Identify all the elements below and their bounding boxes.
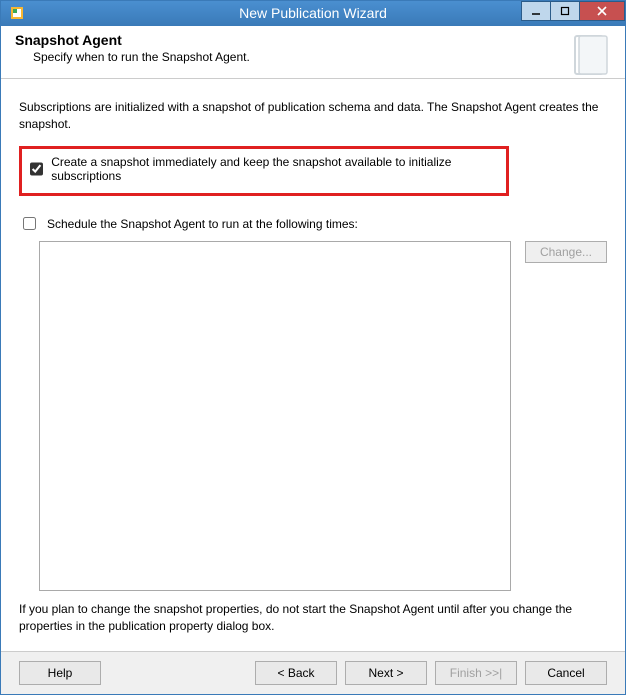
intro-text: Subscriptions are initialized with a sna… (19, 99, 607, 133)
schedule-row: Schedule the Snapshot Agent to run at th… (19, 214, 607, 233)
schedule-checkbox[interactable] (23, 217, 36, 230)
help-button[interactable]: Help (19, 661, 101, 685)
create-snapshot-checkbox[interactable] (30, 162, 43, 176)
minimize-button[interactable] (521, 1, 551, 21)
page-subtitle: Specify when to run the Snapshot Agent. (33, 50, 611, 64)
finish-button: Finish >>| (435, 661, 517, 685)
app-icon (9, 5, 25, 21)
maximize-button[interactable] (550, 1, 580, 21)
header-decoration-icon (565, 30, 615, 83)
schedule-label[interactable]: Schedule the Snapshot Agent to run at th… (47, 217, 358, 231)
footer-note: If you plan to change the snapshot prope… (19, 601, 607, 635)
cancel-button[interactable]: Cancel (525, 661, 607, 685)
wizard-window: New Publication Wizard Snapshot Agent Sp… (0, 0, 626, 695)
back-button[interactable]: < Back (255, 661, 337, 685)
page-title: Snapshot Agent (15, 32, 611, 48)
schedule-area: Change... (19, 241, 607, 591)
window-controls (522, 1, 625, 26)
wizard-header: Snapshot Agent Specify when to run the S… (1, 26, 625, 79)
change-button: Change... (525, 241, 607, 263)
schedule-listbox[interactable] (39, 241, 511, 591)
wizard-footer: Help < Back Next > Finish >>| Cancel (1, 651, 625, 694)
wizard-body: Subscriptions are initialized with a sna… (1, 79, 625, 651)
highlighted-option: Create a snapshot immediately and keep t… (19, 146, 509, 196)
title-bar[interactable]: New Publication Wizard (1, 1, 625, 26)
close-button[interactable] (579, 1, 625, 21)
create-snapshot-label[interactable]: Create a snapshot immediately and keep t… (51, 155, 498, 183)
next-button[interactable]: Next > (345, 661, 427, 685)
create-snapshot-row: Create a snapshot immediately and keep t… (30, 155, 498, 183)
